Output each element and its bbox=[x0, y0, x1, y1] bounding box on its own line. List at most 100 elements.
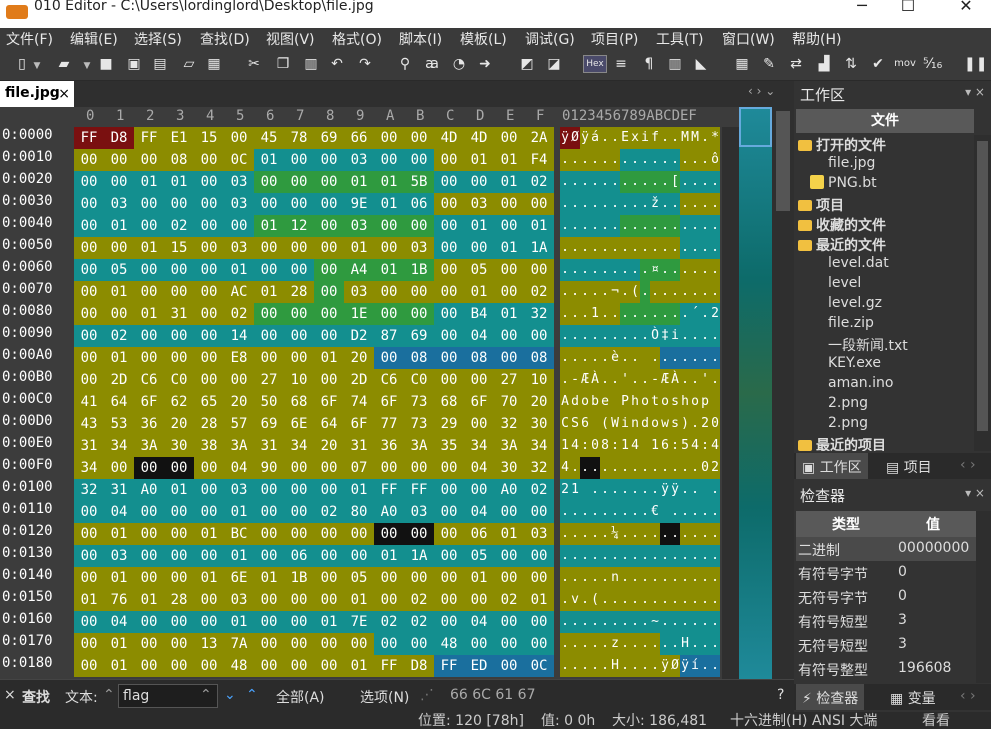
ascii-char[interactable]: . bbox=[650, 589, 660, 611]
hex-byte[interactable]: 02 bbox=[164, 215, 194, 237]
ascii-char[interactable]: . bbox=[710, 237, 720, 259]
hex-byte[interactable]: 00 bbox=[194, 215, 224, 237]
ascii-char[interactable]: 4 bbox=[690, 435, 700, 457]
hex-byte[interactable]: C6 bbox=[374, 369, 404, 391]
hex-byte[interactable]: 00 bbox=[374, 589, 404, 611]
ascii-char[interactable]: . bbox=[600, 457, 610, 479]
ascii-char[interactable]: . bbox=[630, 369, 640, 391]
tab-variables[interactable]: ▦ 变量 bbox=[884, 684, 942, 710]
hex-byte[interactable]: 02 bbox=[524, 171, 554, 193]
find-all-button[interactable]: 全部(A) bbox=[276, 687, 325, 707]
hex-byte[interactable]: 00 bbox=[494, 193, 524, 215]
hex-byte[interactable]: 00 bbox=[194, 589, 224, 611]
ascii-char[interactable]: . bbox=[700, 501, 710, 523]
hex-byte[interactable]: 00 bbox=[404, 127, 434, 149]
hex-byte[interactable]: 41 bbox=[74, 391, 104, 413]
minimap-viewport[interactable] bbox=[739, 107, 772, 147]
script-icon[interactable]: ✎ bbox=[760, 55, 778, 73]
ascii-char[interactable]: n bbox=[610, 567, 620, 589]
hex-byte[interactable]: 00 bbox=[494, 501, 524, 523]
hex-byte[interactable]: 0C bbox=[524, 655, 554, 677]
ascii-char[interactable]: ÿ bbox=[660, 479, 670, 501]
hex-byte[interactable]: 00 bbox=[464, 369, 494, 391]
hex-byte[interactable]: 00 bbox=[374, 281, 404, 303]
hex-byte[interactable]: 02 bbox=[104, 325, 134, 347]
ascii-char[interactable]: . bbox=[680, 259, 690, 281]
hex-byte[interactable]: D2 bbox=[344, 325, 374, 347]
ascii-char[interactable]: . bbox=[560, 193, 570, 215]
hex-byte[interactable]: 00 bbox=[494, 281, 524, 303]
hex-byte[interactable]: 27 bbox=[254, 369, 284, 391]
ascii-char[interactable]: Æ bbox=[660, 369, 670, 391]
ascii-char[interactable]: . bbox=[660, 215, 670, 237]
hex-byte[interactable]: 00 bbox=[224, 127, 254, 149]
ascii-char[interactable]: 4 bbox=[570, 435, 580, 457]
hex-byte[interactable]: 2D bbox=[344, 369, 374, 391]
ascii-char[interactable]: . bbox=[630, 171, 640, 193]
ascii-char[interactable]: . bbox=[660, 611, 670, 633]
byte-minimap[interactable] bbox=[739, 107, 772, 679]
hex-byte[interactable]: 01 bbox=[134, 237, 164, 259]
hex-byte[interactable]: 01 bbox=[254, 149, 284, 171]
hex-byte[interactable]: 64 bbox=[104, 391, 134, 413]
ascii-char[interactable]: í bbox=[690, 655, 700, 677]
hex-byte[interactable]: 00 bbox=[284, 303, 314, 325]
hex-byte[interactable]: 01 bbox=[194, 567, 224, 589]
ascii-char[interactable]: . bbox=[560, 215, 570, 237]
hex-byte[interactable]: C0 bbox=[404, 369, 434, 391]
hex-byte[interactable]: 01 bbox=[74, 589, 104, 611]
hex-byte[interactable]: 00 bbox=[134, 259, 164, 281]
hex-byte[interactable]: 90 bbox=[254, 457, 284, 479]
tree-scrollbar[interactable] bbox=[974, 135, 991, 451]
tree-item[interactable]: 项目 bbox=[798, 195, 844, 215]
ascii-char[interactable] bbox=[640, 347, 650, 369]
ascii-char[interactable]: . bbox=[630, 193, 640, 215]
ascii-char[interactable]: . bbox=[580, 633, 590, 655]
ascii-char[interactable]: . bbox=[570, 501, 580, 523]
ascii-char[interactable]: . bbox=[580, 281, 590, 303]
ascii-char[interactable]: è bbox=[610, 347, 620, 369]
hex-byte[interactable]: 34 bbox=[284, 435, 314, 457]
hex-byte[interactable]: 00 bbox=[164, 567, 194, 589]
ascii-char[interactable]: . bbox=[620, 611, 630, 633]
hex-byte[interactable]: 1B bbox=[404, 259, 434, 281]
ascii-char[interactable]: . bbox=[690, 633, 700, 655]
hex-byte[interactable]: 00 bbox=[314, 259, 344, 281]
ascii-char[interactable]: . bbox=[670, 501, 680, 523]
hex-byte[interactable]: 00 bbox=[314, 457, 344, 479]
ascii-char[interactable]: . bbox=[700, 193, 710, 215]
hex-byte[interactable]: 00 bbox=[374, 347, 404, 369]
hex-byte[interactable]: 00 bbox=[434, 369, 464, 391]
hex-byte[interactable]: 00 bbox=[74, 303, 104, 325]
ascii-char[interactable]: . bbox=[620, 589, 630, 611]
hex-byte[interactable]: 10 bbox=[284, 369, 314, 391]
hex-byte[interactable]: 00 bbox=[464, 413, 494, 435]
hex-byte[interactable]: 01 bbox=[104, 523, 134, 545]
ascii-char[interactable]: . bbox=[650, 237, 660, 259]
hex-byte[interactable]: 00 bbox=[74, 171, 104, 193]
hex-byte[interactable]: 00 bbox=[314, 237, 344, 259]
hex-byte[interactable]: 00 bbox=[134, 611, 164, 633]
hex-byte[interactable]: 01 bbox=[494, 171, 524, 193]
hex-byte[interactable]: 00 bbox=[164, 259, 194, 281]
hex-byte[interactable]: 48 bbox=[224, 655, 254, 677]
hex-byte[interactable]: 00 bbox=[134, 545, 164, 567]
hex-byte[interactable]: 66 bbox=[344, 127, 374, 149]
hex-byte[interactable]: 00 bbox=[104, 303, 134, 325]
ascii-char[interactable]: . bbox=[700, 325, 710, 347]
ascii-char[interactable]: . bbox=[620, 215, 630, 237]
ascii-char[interactable]: . bbox=[600, 303, 610, 325]
ascii-char[interactable]: . bbox=[650, 523, 660, 545]
hex-byte[interactable]: 34 bbox=[74, 457, 104, 479]
hex-byte[interactable]: 00 bbox=[254, 259, 284, 281]
hex-byte[interactable]: 00 bbox=[524, 633, 554, 655]
ascii-char[interactable]: . bbox=[700, 171, 710, 193]
inspector-scrollbar[interactable] bbox=[976, 511, 991, 683]
hex-byte[interactable]: 5B bbox=[404, 171, 434, 193]
hex-byte[interactable]: 00 bbox=[434, 325, 464, 347]
ascii-char[interactable]: . bbox=[600, 633, 610, 655]
ascii-char[interactable]: W bbox=[610, 413, 620, 435]
ascii-grid[interactable]: ÿ Øÿ á.. Ex i f.. M M. *............... ô........… bbox=[560, 127, 722, 679]
ascii-char[interactable]: ô bbox=[710, 149, 720, 171]
hex-byte[interactable]: 00 bbox=[254, 193, 284, 215]
